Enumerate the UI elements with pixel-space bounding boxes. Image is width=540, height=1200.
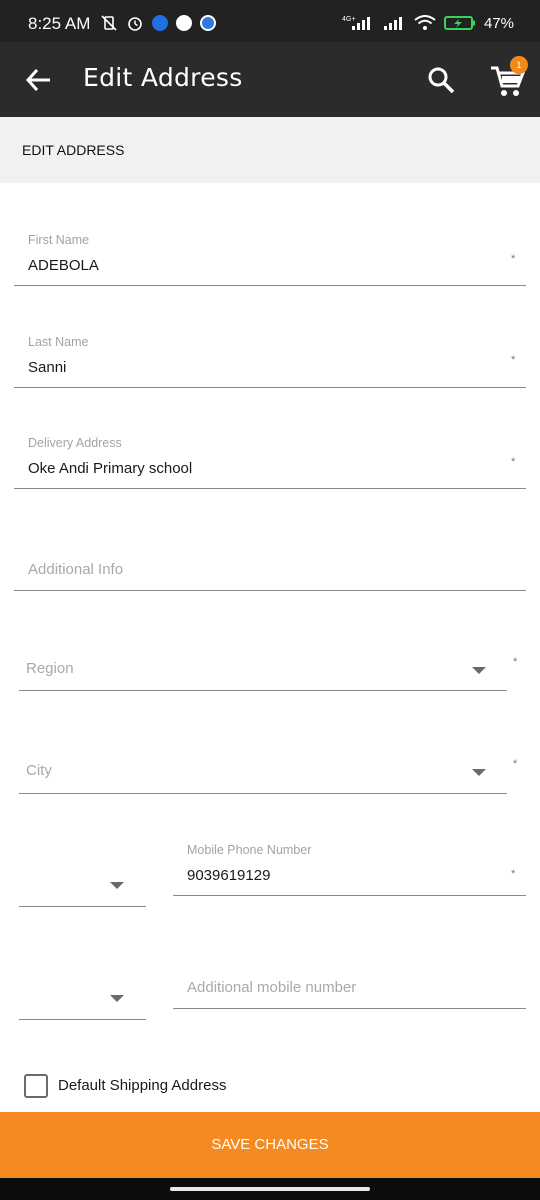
required-marker: *	[513, 656, 518, 668]
city-chevron-down-icon	[472, 769, 486, 776]
last-name-underline	[14, 387, 526, 388]
settings-app-icon	[200, 15, 216, 31]
required-marker: *	[511, 253, 516, 265]
city-dropdown[interactable]: City *	[19, 752, 529, 794]
additional-mobile-underline	[173, 1008, 526, 1009]
status-bar: 8:25 AM 4G+ 47%	[0, 0, 540, 42]
region-chevron-down-icon	[472, 667, 486, 674]
cart-count-badge: 1	[510, 56, 528, 74]
mobile-phone-field[interactable]: Mobile Phone Number 9039619129 *	[173, 835, 526, 897]
required-marker: *	[511, 456, 516, 468]
required-marker: *	[511, 868, 516, 880]
additional-info-underline	[14, 590, 526, 591]
system-navigation-bar	[0, 1178, 540, 1200]
back-button[interactable]	[20, 60, 60, 100]
delivery-address-field[interactable]: Delivery Address Oke Andi Primary school…	[14, 428, 526, 490]
signal-4g-icon: 4G+	[342, 16, 370, 30]
default-shipping-checkbox[interactable]	[24, 1074, 48, 1098]
vibrate-off-icon	[101, 15, 117, 31]
delivery-address-label: Delivery Address	[28, 436, 122, 450]
first-name-underline	[14, 285, 526, 286]
battery-percent: 47%	[483, 14, 514, 32]
additional-country-code-dropdown[interactable]	[19, 982, 146, 1022]
additional-info-field[interactable]: Additional Info	[14, 550, 526, 592]
additional-info-placeholder: Additional Info	[28, 561, 124, 578]
app-bar: Edit Address	[0, 42, 540, 117]
network-type-label: 4G+	[342, 16, 355, 23]
default-shipping-label[interactable]: Default Shipping Address	[58, 1077, 226, 1094]
last-name-label: Last Name	[28, 335, 89, 349]
additional-country-code-chevron-down-icon	[110, 995, 124, 1002]
signal-icon	[383, 17, 402, 30]
status-notification-icons	[100, 14, 216, 32]
alarm-icon	[128, 17, 142, 31]
region-placeholder: Region	[26, 660, 74, 677]
region-underline	[19, 690, 507, 691]
required-marker: *	[511, 354, 516, 366]
additional-country-code-underline	[19, 1019, 146, 1020]
first-name-label: First Name	[28, 233, 90, 247]
section-title: EDIT ADDRESS	[22, 142, 125, 158]
mobile-phone-value: 9039619129	[187, 867, 271, 884]
additional-mobile-field[interactable]: Additional mobile number	[173, 968, 526, 1010]
mobile-phone-label: Mobile Phone Number	[187, 843, 312, 857]
additional-mobile-placeholder: Additional mobile number	[187, 979, 357, 996]
delivery-address-underline	[14, 488, 526, 489]
country-code-underline	[19, 906, 146, 907]
section-header: EDIT ADDRESS	[0, 117, 540, 183]
last-name-value: Sanni	[28, 359, 67, 376]
play-store-icon	[176, 15, 192, 31]
first-name-value: ADEBOLA	[28, 257, 99, 274]
wifi-icon	[414, 15, 436, 30]
status-system-icons: 4G+ 47%	[340, 14, 514, 32]
first-name-field[interactable]: First Name ADEBOLA *	[14, 225, 526, 287]
search-icon	[428, 67, 455, 94]
required-marker: *	[513, 758, 518, 770]
search-button[interactable]	[423, 62, 459, 98]
delivery-address-value: Oke Andi Primary school	[28, 460, 193, 477]
battery-charging-icon	[443, 16, 475, 30]
region-dropdown[interactable]: Region *	[19, 650, 529, 692]
mobile-phone-underline	[173, 895, 526, 896]
last-name-field[interactable]: Last Name Sanni *	[14, 326, 526, 388]
home-indicator[interactable]	[170, 1187, 370, 1191]
phone-app-icon	[152, 15, 168, 31]
save-changes-button[interactable]: SAVE CHANGES	[0, 1112, 540, 1178]
city-underline	[19, 793, 507, 794]
country-code-dropdown[interactable]	[19, 868, 146, 908]
country-code-chevron-down-icon	[110, 882, 124, 889]
back-arrow-icon	[25, 68, 50, 92]
screen: 8:25 AM 4G+ 47% Edit Address 1 EDIT ADDR…	[0, 0, 540, 1200]
city-placeholder: City	[26, 762, 52, 779]
page-title: Edit Address	[83, 63, 243, 92]
status-time: 8:25 AM	[28, 14, 91, 33]
